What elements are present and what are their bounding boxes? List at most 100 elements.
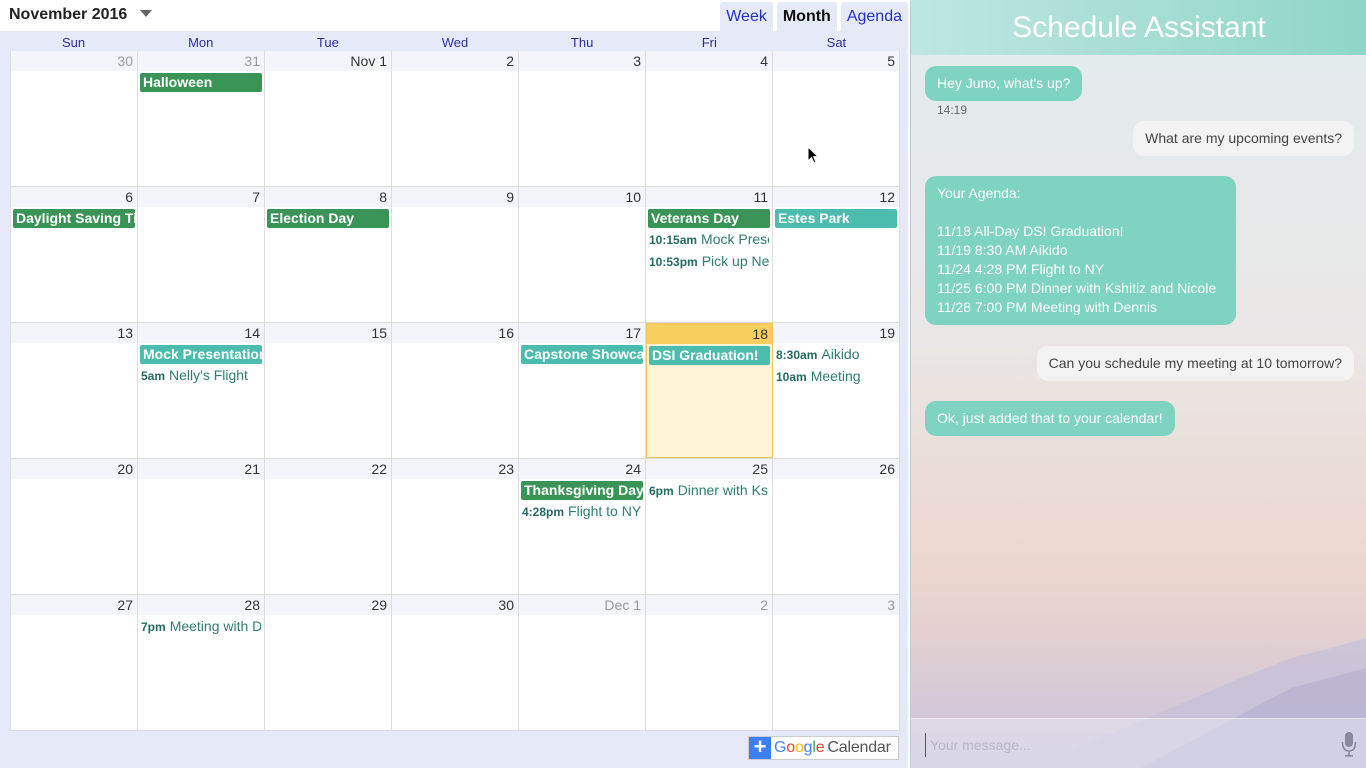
day-number: 11 xyxy=(646,187,772,207)
bot-message: Ok, just added that to your calendar! xyxy=(925,401,1175,436)
day-number: 15 xyxy=(265,323,391,343)
day-number: 2 xyxy=(392,51,518,71)
tab-agenda[interactable]: Agenda xyxy=(840,2,908,31)
event-time: 7pm xyxy=(141,620,166,634)
day-cell[interactable]: 287pmMeeting with Dennis xyxy=(138,595,265,730)
calendar-frame: Sun Mon Tue Wed Thu Fri Sat 30 31 Hallowee… xyxy=(0,31,908,768)
timed-event[interactable]: 8:30am Aikido xyxy=(776,344,896,365)
allday-event[interactable]: Capstone Showcase xyxy=(521,345,643,364)
plus-icon: + xyxy=(749,736,771,759)
week-row: 30 31 Halloween Nov 12345 xyxy=(11,51,900,187)
day-cell[interactable]: 29 xyxy=(265,595,392,730)
week-row: 20 21 22 23 24 Thanksgiving Day 4:28pm Flight t… xyxy=(11,459,900,595)
event-time: 10am xyxy=(776,370,807,384)
day-cell[interactable]: 22 xyxy=(265,459,392,594)
allday-event[interactable]: Veterans Day xyxy=(648,209,770,228)
timed-event[interactable]: 10am Meeting xyxy=(776,366,896,387)
day-number: 18 xyxy=(647,324,772,344)
day-cell[interactable]: 16 xyxy=(392,323,519,458)
day-cell[interactable]: 10 xyxy=(519,187,646,322)
day-cell[interactable]: 24 Thanksgiving Day 4:28pm Flight to NY xyxy=(519,459,646,594)
agenda-spacer xyxy=(937,203,1224,222)
event-time: 6pm xyxy=(649,484,674,498)
week-row: 13 14 Mock Presentation 5am Nelly's Flight 15… xyxy=(11,323,900,459)
day-number: 30 xyxy=(392,595,518,615)
day-cell-today[interactable]: 18 DSI Graduation! xyxy=(646,323,773,458)
day-number: 19 xyxy=(773,323,899,343)
event-time: 8:30am xyxy=(776,348,818,362)
timed-event[interactable]: 10:15amMock Presentation xyxy=(649,229,769,250)
tab-month[interactable]: Month xyxy=(776,2,837,31)
day-cell[interactable]: 4 xyxy=(646,51,773,186)
day-number: 3 xyxy=(773,595,899,615)
microphone-icon[interactable] xyxy=(1341,731,1357,757)
view-tabs: Week Month Agenda xyxy=(720,2,908,31)
day-cell[interactable]: 9 xyxy=(392,187,519,322)
timed-event[interactable]: 7pmMeeting with Dennis xyxy=(141,616,261,637)
allday-event[interactable]: Election Day xyxy=(267,209,389,228)
day-cell[interactable]: 27 xyxy=(11,595,138,730)
allday-event[interactable]: Thanksgiving Day xyxy=(521,481,643,500)
day-cell[interactable]: 21 xyxy=(138,459,265,594)
day-cell[interactable]: 256pmDinner with Kshitiz and Nicole xyxy=(646,459,773,594)
day-cell[interactable]: 31 Halloween xyxy=(138,51,265,186)
day-cell[interactable]: 20 xyxy=(11,459,138,594)
day-cell[interactable]: 7 xyxy=(138,187,265,322)
day-cell[interactable]: Nov 1 xyxy=(265,51,392,186)
day-number: 2 xyxy=(646,595,772,615)
event-time: 4:28pm xyxy=(522,505,565,519)
day-cell[interactable]: 2 xyxy=(646,595,773,730)
user-message: What are my upcoming events? xyxy=(1133,121,1354,156)
timed-event[interactable]: 10:53pmPick up Nelly xyxy=(649,251,769,272)
timed-event[interactable]: 6pmDinner with Kshitiz and Nicole xyxy=(649,480,769,501)
day-number: 12 xyxy=(773,187,899,207)
day-cell[interactable]: 15 xyxy=(265,323,392,458)
day-number: 31 xyxy=(138,51,264,71)
allday-event[interactable]: Estes Park xyxy=(775,209,897,228)
day-number: 20 xyxy=(11,459,137,479)
day-cell[interactable]: 30 xyxy=(392,595,519,730)
day-cell[interactable]: 30 xyxy=(11,51,138,186)
day-cell[interactable]: 3 xyxy=(773,595,900,730)
allday-event[interactable]: Halloween xyxy=(140,73,262,92)
day-number: 29 xyxy=(265,595,391,615)
message-bar xyxy=(911,718,1366,768)
day-number: 4 xyxy=(646,51,772,71)
event-title: Dinner with Kshitiz and Nicole xyxy=(677,482,769,498)
day-number: Dec 1 xyxy=(519,595,645,615)
day-cell[interactable]: 17 Capstone Showcase xyxy=(519,323,646,458)
event-time: 5am xyxy=(141,369,166,383)
day-cell[interactable]: 5 xyxy=(773,51,900,186)
message-timestamp: 14:19 xyxy=(937,103,968,117)
allday-event[interactable]: DSI Graduation! xyxy=(649,346,770,365)
day-cell[interactable]: Dec 1 xyxy=(519,595,646,730)
agenda-line: 11/24 4:28 PM Flight to NY xyxy=(937,261,1105,277)
agenda-line: 11/18 All-Day DSI Graduation! xyxy=(937,223,1124,239)
user-message: Can you schedule my meeting at 10 tomorr… xyxy=(1036,346,1354,381)
weekday-header: Sun Mon Tue Wed Thu Fri Sat xyxy=(10,31,900,51)
timed-event[interactable]: 5am Nelly's Flight xyxy=(141,365,261,386)
allday-event[interactable]: Daylight Saving Time ends xyxy=(13,209,135,228)
google-calendar-button[interactable]: + Google Calendar xyxy=(748,736,899,760)
day-cell[interactable]: 12 Estes Park xyxy=(773,187,900,322)
allday-event[interactable]: Mock Presentation xyxy=(140,345,262,364)
day-number: 30 xyxy=(11,51,137,71)
message-input[interactable] xyxy=(925,733,1325,757)
day-cell[interactable]: 23 xyxy=(392,459,519,594)
day-cell[interactable]: 11 Veterans Day10:15amMock Presentation10… xyxy=(646,187,773,322)
mouse-cursor-icon xyxy=(807,146,819,164)
day-cell[interactable]: 6 Daylight Saving Time ends xyxy=(11,187,138,322)
day-cell[interactable]: 14 Mock Presentation 5am Nelly's Flight xyxy=(138,323,265,458)
day-cell[interactable]: 26 xyxy=(773,459,900,594)
agenda-line: Your Agenda: xyxy=(937,185,1021,201)
tab-week[interactable]: Week xyxy=(720,2,773,31)
day-cell[interactable]: 3 xyxy=(519,51,646,186)
day-cell[interactable]: 19 8:30am Aikido 10am Meeting xyxy=(773,323,900,458)
day-cell[interactable]: 13 xyxy=(11,323,138,458)
day-cell[interactable]: 2 xyxy=(392,51,519,186)
google-calendar-label: Google Calendar xyxy=(774,739,891,756)
timed-event[interactable]: 4:28pm Flight to NY xyxy=(522,501,642,522)
day-cell[interactable]: 8 Election Day xyxy=(265,187,392,322)
month-dropdown-icon[interactable] xyxy=(140,10,152,17)
day-number: 16 xyxy=(392,323,518,343)
